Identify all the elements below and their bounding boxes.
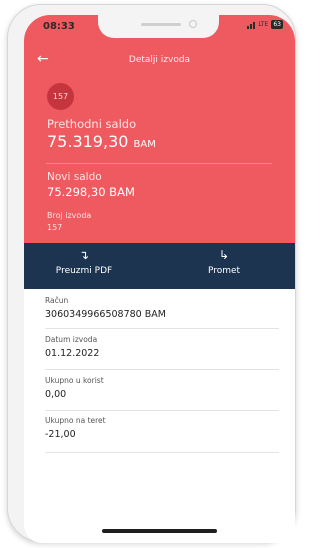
statement-number-value: 157 bbox=[47, 223, 63, 232]
download-icon: ↴ bbox=[78, 248, 90, 262]
front-camera bbox=[189, 20, 197, 28]
previous-balance: 75.319,30 BAM bbox=[47, 132, 156, 151]
forward-arrow-icon: ↳ bbox=[218, 248, 230, 262]
transactions-label: Promet bbox=[207, 266, 241, 276]
statement-summary-panel: 08:33 LTE 63 ← Detalji izvoda 157 Pretho… bbox=[24, 15, 295, 243]
download-pdf-button[interactable]: ↴ Preuzmi PDF bbox=[34, 248, 134, 276]
detail-row-account: Račun 3060349966508780 BAM bbox=[45, 296, 279, 329]
total-credit-value: 0,00 bbox=[45, 389, 67, 400]
status-indicators: LTE 63 bbox=[247, 20, 283, 29]
statement-number-badge: 157 bbox=[47, 83, 74, 110]
transactions-button[interactable]: ↳ Promet bbox=[174, 248, 274, 276]
network-type: LTE bbox=[258, 21, 269, 28]
previous-balance-label: Prethodni saldo bbox=[47, 117, 137, 131]
new-balance-label: Novi saldo bbox=[47, 171, 102, 183]
summary-divider bbox=[46, 163, 272, 164]
account-value: 3060349966508780 BAM bbox=[45, 309, 166, 320]
previous-balance-amount: 75.319,30 bbox=[47, 132, 129, 151]
statement-number-label: Broj izvoda bbox=[47, 211, 92, 220]
battery-icon: 63 bbox=[271, 20, 283, 29]
total-debit-label: Ukupno na teret bbox=[45, 416, 106, 425]
status-time: 08:33 bbox=[43, 21, 75, 32]
total-credit-label: Ukupno u korist bbox=[45, 376, 104, 385]
phone-frame: 08:33 LTE 63 ← Detalji izvoda 157 Pretho… bbox=[7, 4, 296, 543]
phone-screen: 08:33 LTE 63 ← Detalji izvoda 157 Pretho… bbox=[24, 15, 295, 543]
signal-icon bbox=[247, 21, 256, 29]
speaker-grille bbox=[141, 23, 181, 26]
new-balance-amount: 75.298,30 BAM bbox=[47, 185, 135, 199]
account-label: Račun bbox=[45, 296, 69, 305]
action-bar: ↴ Preuzmi PDF ↳ Promet bbox=[24, 243, 295, 289]
detail-row-credit: Ukupno u korist 0,00 bbox=[45, 376, 279, 411]
detail-row-date: Datum izvoda 01.12.2022 bbox=[45, 335, 279, 370]
home-indicator[interactable] bbox=[102, 529, 217, 533]
phone-notch bbox=[98, 15, 219, 38]
previous-balance-currency: BAM bbox=[133, 139, 156, 150]
statement-date-label: Datum izvoda bbox=[45, 335, 98, 344]
download-pdf-label: Preuzmi PDF bbox=[55, 266, 113, 276]
total-debit-value: -21,00 bbox=[45, 429, 76, 440]
page-title: Detalji izvoda bbox=[128, 55, 191, 65]
statement-date-value: 01.12.2022 bbox=[45, 348, 100, 359]
detail-row-debit: Ukupno na teret -21,00 bbox=[45, 416, 279, 453]
